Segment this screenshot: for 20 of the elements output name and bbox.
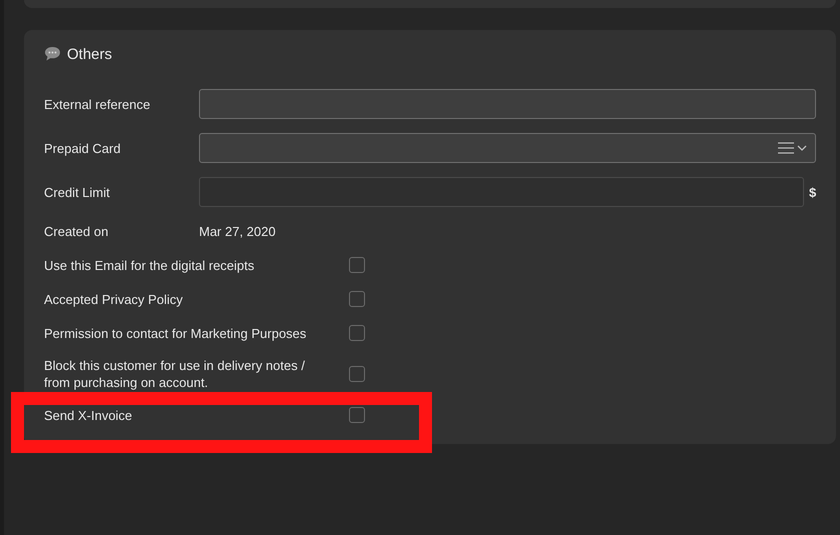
checkbox[interactable]: [349, 257, 365, 273]
text-field[interactable]: [199, 89, 816, 119]
created-date: Mar 27, 2020: [199, 224, 276, 238]
field-label: External reference: [44, 96, 152, 112]
option-label: Use this Email for the digital receipts: [44, 256, 256, 274]
option-label: Permission to contact for Marketing Purposes: [44, 324, 308, 342]
dropdown-field[interactable]: [199, 133, 816, 163]
field-label: Credit Limit: [44, 184, 111, 200]
speech-bubble-icon: [44, 46, 61, 62]
currency-unit: $: [809, 184, 816, 200]
checkbox[interactable]: [349, 325, 365, 341]
option-label: Send X-Invoice: [44, 406, 134, 424]
checkbox[interactable]: [349, 291, 365, 307]
option-label: Accepted Privacy Policy: [44, 290, 184, 308]
checkbox[interactable]: [349, 407, 365, 423]
option-label: Block this customer for use in delivery notes / from purchasing on account.: [44, 357, 306, 391]
section-title: Others: [67, 46, 112, 62]
checkbox[interactable]: [349, 366, 365, 382]
field-label: Created on: [44, 224, 110, 238]
field-label: Prepaid Card: [44, 140, 122, 156]
